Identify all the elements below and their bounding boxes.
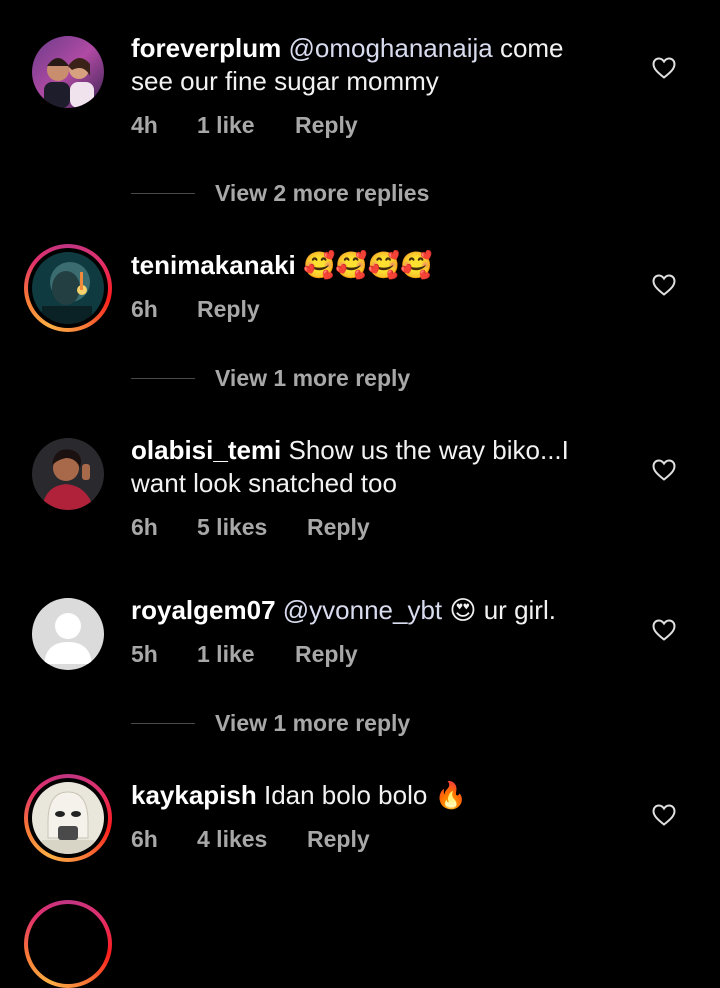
comment-time: 4h [131,112,158,138]
reply-button[interactable]: Reply [197,294,260,324]
view-more-divider [131,193,195,194]
avatar[interactable] [32,438,104,510]
comment-time: 6h [131,514,158,540]
comment-username[interactable]: olabisi_temi [131,435,281,465]
story-ring[interactable] [24,774,112,862]
reply-button[interactable]: Reply [295,110,358,140]
comment-time: 6h [131,826,158,852]
story-ring[interactable] [24,244,112,332]
view-more-label[interactable]: View 1 more reply [215,708,410,738]
reply-button[interactable]: Reply [295,639,358,669]
comment-body-line2: see our fine sugar mommy [131,66,439,96]
comment-likes[interactable]: 5 likes [197,512,267,542]
comment-username[interactable]: tenimakanaki [131,250,296,280]
comment-body: ur girl. [476,595,556,625]
comment-body: come [492,33,564,63]
comment-likes[interactable]: 4 likes [197,824,267,854]
comment-body: Show us the way biko...I [281,435,569,465]
default-avatar-icon[interactable] [32,598,104,670]
comment-username[interactable]: foreverplum [131,33,281,63]
avatar[interactable] [32,36,104,108]
comment-emojis: 🥰🥰🥰🥰 [302,251,433,281]
reply-button[interactable]: Reply [307,824,370,854]
heart-outline-icon[interactable] [652,804,676,826]
heart-outline-icon[interactable] [652,459,676,481]
comment-text: foreverplum @omoghananaija come see our … [131,32,621,98]
comment-text: olabisi_temi Show us the way biko...I wa… [131,434,621,500]
comment-text: royalgem07 @yvonne_ybt 😍 ur girl. [131,594,621,628]
comment-likes[interactable]: 1 like [197,639,255,669]
comment-body-line2: want look snatched too [131,468,397,498]
avatar[interactable] [32,252,104,324]
reply-button[interactable]: Reply [307,512,370,542]
comment-mention[interactable]: @yvonne_ybt [283,595,442,625]
comment-text: tenimakanaki 🥰🥰🥰🥰 [131,249,621,283]
comment-username[interactable]: royalgem07 [131,595,276,625]
view-more-label[interactable]: View 1 more reply [215,363,410,393]
view-more-divider [131,723,195,724]
avatar[interactable] [32,782,104,854]
heart-outline-icon[interactable] [652,57,676,79]
comment-text: kaykapish Idan bolo bolo 🔥 [131,779,621,813]
comment-body: Idan bolo bolo [256,780,435,810]
view-more-divider [131,378,195,379]
heart-outline-icon[interactable] [652,274,676,296]
comment-username[interactable]: kaykapish [131,780,257,810]
view-more-label[interactable]: View 2 more replies [215,178,429,208]
story-ring[interactable] [24,900,112,988]
heart-outline-icon[interactable] [652,619,676,641]
comment-time: 5h [131,641,158,667]
comment-time: 6h [131,296,158,322]
comment-likes[interactable]: 1 like [197,110,255,140]
comment-emoji: 😍 [449,596,477,626]
comment-mention[interactable]: @omoghananaija [289,33,493,63]
fire-emoji: 🔥 [434,781,467,811]
